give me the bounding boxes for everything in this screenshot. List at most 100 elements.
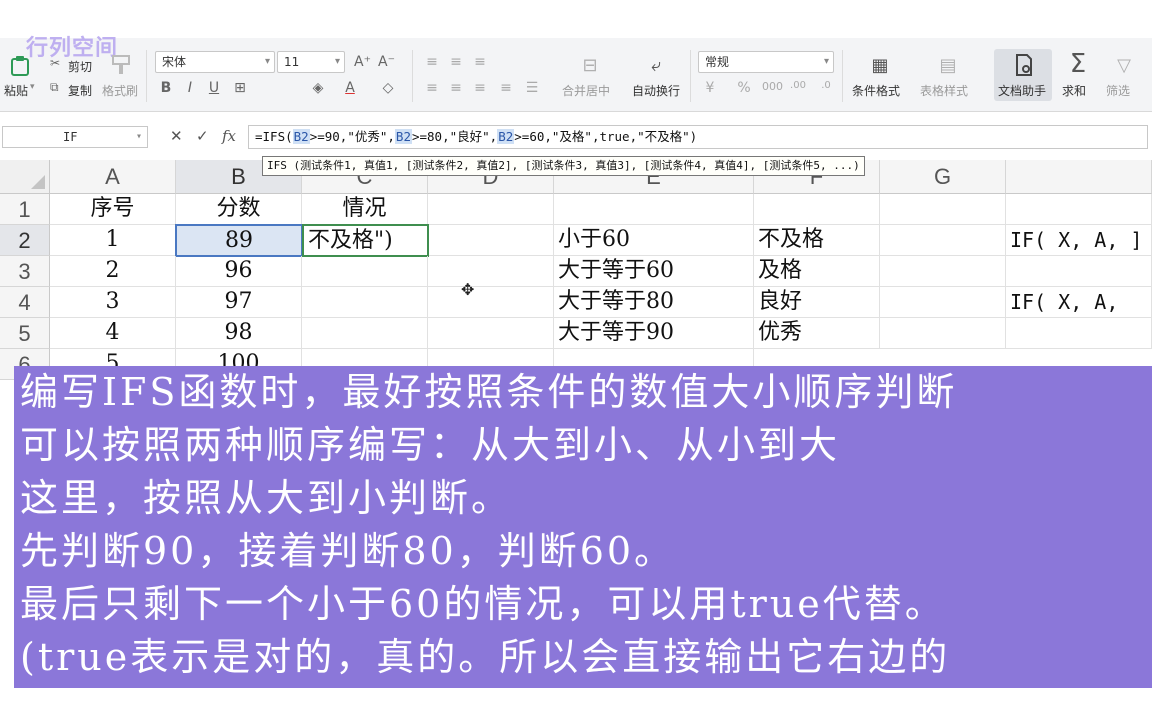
cancel-icon[interactable]: ✕ (170, 127, 183, 145)
insert-function-icon[interactable]: fx (222, 127, 236, 145)
font-shrink-icon[interactable]: A⁻ (378, 54, 395, 70)
cell-a4[interactable]: 3 (50, 287, 176, 318)
cell-f3[interactable]: 及格 (754, 256, 880, 287)
bold-icon[interactable]: B (158, 80, 174, 96)
cell-h5[interactable] (1006, 318, 1152, 349)
formula-input[interactable]: =IFS(B2>=90,"优秀",B2>=80,"良好",B2>=60,"及格"… (248, 125, 1148, 149)
align-center-icon[interactable]: ≡ (448, 80, 464, 96)
wrap-text-button[interactable]: 自动换行 (632, 82, 680, 99)
decrease-decimal-icon[interactable]: .0 (818, 80, 834, 91)
confirm-icon[interactable]: ✓ (196, 127, 209, 145)
percent-icon[interactable]: % (736, 80, 752, 96)
cell-d2[interactable] (429, 225, 554, 256)
doc-assistant-button[interactable]: 文档助手 (998, 82, 1046, 99)
row-header-1[interactable]: 1 (0, 194, 50, 225)
conditional-format-icon[interactable]: ▦ (866, 52, 894, 78)
font-color-icon[interactable]: A (342, 80, 358, 96)
column-header-a[interactable]: A (50, 160, 176, 194)
cell-h2[interactable]: IF( X, A, ] (1006, 225, 1152, 256)
thousands-icon[interactable]: 000 (762, 80, 783, 93)
paste-icon[interactable] (8, 54, 32, 78)
clear-format-icon[interactable]: ◇ (380, 80, 396, 96)
cell-c4[interactable] (302, 287, 428, 318)
sum-button[interactable]: 求和 (1062, 82, 1086, 99)
filter-icon[interactable]: ▽ (1110, 52, 1138, 78)
cell-e5[interactable]: 大于等于90 (554, 318, 754, 349)
cell-g3[interactable] (880, 256, 1006, 287)
cell-h4[interactable]: IF( X, A, (1006, 287, 1152, 318)
cell-b4[interactable]: 97 (176, 287, 302, 318)
cell-e1[interactable] (554, 194, 754, 225)
distribute-icon[interactable]: ☰ (524, 80, 540, 96)
cell-a1[interactable]: 序号 (50, 194, 176, 225)
italic-icon[interactable]: I (182, 80, 198, 96)
align-left-icon[interactable]: ≡ (424, 80, 440, 96)
name-box[interactable]: IF ▾ (2, 126, 148, 148)
cut-icon[interactable]: ✂ (50, 56, 60, 70)
cell-e4[interactable]: 大于等于80 (554, 287, 754, 318)
table-style-icon[interactable]: ▤ (934, 52, 962, 78)
paste-dropdown-icon[interactable]: ▾ (30, 82, 35, 92)
cell-e2[interactable]: 小于60 (554, 225, 754, 256)
cell-f5[interactable]: 优秀 (754, 318, 880, 349)
sum-icon[interactable]: Σ (1064, 49, 1092, 79)
cell-g2[interactable] (880, 225, 1006, 256)
border-icon[interactable]: ⊞ (232, 80, 248, 96)
fill-color-icon[interactable]: ◈ (310, 80, 326, 96)
cell-d3[interactable] (428, 256, 554, 287)
row-header-4[interactable]: 4 (0, 287, 50, 318)
conditional-format-button[interactable]: 条件格式 (852, 82, 900, 99)
cell-b1[interactable]: 分数 (176, 194, 302, 225)
wrap-text-icon[interactable]: ⤶ (644, 52, 668, 78)
cell-a3[interactable]: 2 (50, 256, 176, 287)
format-painter-icon[interactable] (110, 52, 132, 78)
cell-b2[interactable]: 89 (175, 224, 303, 257)
row-header-5[interactable]: 5 (0, 318, 50, 349)
cell-g4[interactable] (880, 287, 1006, 318)
cell-g5[interactable] (880, 318, 1006, 349)
merge-center-button[interactable]: 合并居中 (562, 82, 610, 99)
currency-icon[interactable]: ¥ (702, 80, 718, 96)
select-all-corner[interactable] (0, 160, 50, 194)
cell-f4[interactable]: 良好 (754, 287, 880, 318)
doc-assistant-icon[interactable] (1010, 52, 1038, 78)
paste-button[interactable]: 粘贴 (4, 82, 28, 99)
font-grow-icon[interactable]: A⁺ (354, 54, 371, 70)
copy-button[interactable]: 复制 (68, 82, 92, 99)
column-header-h[interactable] (1006, 160, 1152, 194)
font-name-select[interactable]: 宋体 ▾ (155, 51, 275, 73)
cell-h3[interactable] (1006, 256, 1152, 287)
cell-e3[interactable]: 大于等于60 (554, 256, 754, 287)
justify-icon[interactable]: ≡ (498, 80, 514, 96)
cell-a2[interactable]: 1 (50, 225, 176, 256)
filter-button[interactable]: 筛选 (1106, 82, 1130, 99)
cell-f1[interactable] (754, 194, 880, 225)
cell-d4[interactable] (428, 287, 554, 318)
row-header-2[interactable]: 2 (0, 225, 50, 256)
cut-button[interactable]: 剪切 (68, 58, 92, 75)
align-middle-icon[interactable]: ≡ (448, 54, 464, 70)
copy-icon[interactable]: ⧉ (50, 80, 59, 95)
cell-g1[interactable] (880, 194, 1006, 225)
table-style-button[interactable]: 表格样式 (920, 82, 968, 99)
cell-c3[interactable] (302, 256, 428, 287)
row-header-3[interactable]: 3 (0, 256, 50, 287)
align-top-icon[interactable]: ≡ (424, 54, 440, 70)
cell-b5[interactable]: 98 (176, 318, 302, 349)
cell-d1[interactable] (428, 194, 554, 225)
number-format-select[interactable]: 常规 ▾ (698, 51, 834, 73)
cell-c5[interactable] (302, 318, 428, 349)
font-size-select[interactable]: 11 ▾ (277, 51, 345, 73)
increase-decimal-icon[interactable]: .00 (790, 80, 806, 91)
cell-c1[interactable]: 情况 (302, 194, 428, 225)
cell-d5[interactable] (428, 318, 554, 349)
align-right-icon[interactable]: ≡ (472, 80, 488, 96)
cell-f2[interactable]: 不及格 (754, 225, 880, 256)
underline-icon[interactable]: U (206, 80, 222, 96)
cell-c2-editing[interactable]: 不及格") (302, 224, 429, 257)
cell-a5[interactable]: 4 (50, 318, 176, 349)
align-bottom-icon[interactable]: ≡ (472, 54, 488, 70)
cell-h1[interactable] (1006, 194, 1152, 225)
column-header-g[interactable]: G (880, 160, 1006, 194)
merge-center-icon[interactable]: ⊟ (578, 52, 602, 78)
